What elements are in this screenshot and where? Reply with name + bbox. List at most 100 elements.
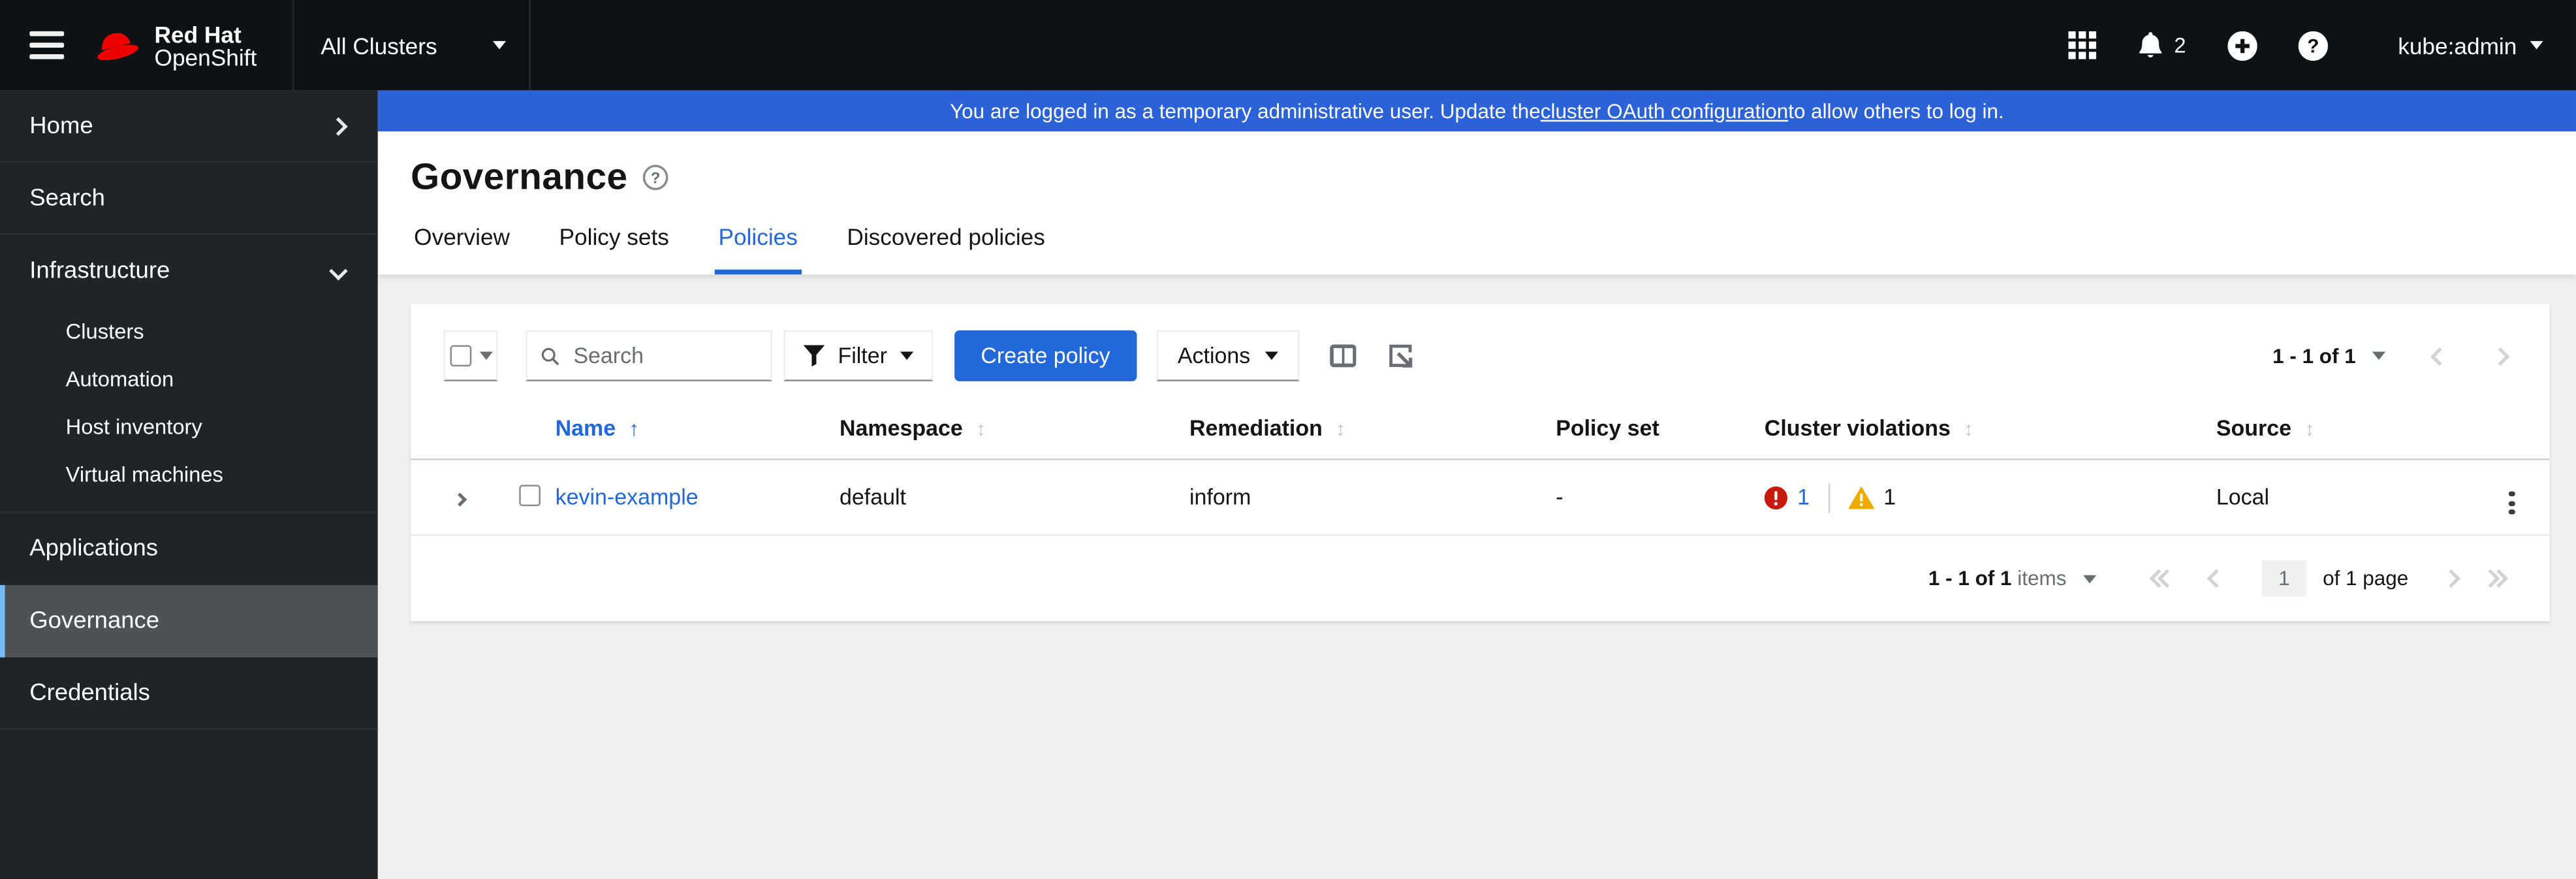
tab-discovered-policies[interactable]: Discovered policies xyxy=(843,223,1048,274)
caret-down-icon xyxy=(1264,351,1279,360)
tab-policies[interactable]: Policies xyxy=(715,223,801,275)
help-button[interactable]: ? xyxy=(2297,30,2327,60)
app-launcher-button[interactable] xyxy=(2069,31,2097,59)
sidebar-item-home[interactable]: Home xyxy=(0,90,378,163)
policy-name-link[interactable]: kevin-example xyxy=(556,485,699,510)
filter-label: Filter xyxy=(838,343,887,368)
tab-policy-sets[interactable]: Policy sets xyxy=(556,223,672,274)
sidebar-group-infrastructure: Infrastructure Clusters Automation Host … xyxy=(0,235,378,513)
sidebar-item-infrastructure[interactable]: Infrastructure xyxy=(0,235,378,308)
violations-divider xyxy=(1827,483,1830,513)
first-page-button[interactable] xyxy=(2149,569,2176,588)
hamburger-icon xyxy=(29,31,63,59)
svg-text:?: ? xyxy=(2306,35,2318,56)
cell-source: Local xyxy=(2209,459,2474,537)
sidebar-item-credentials[interactable]: Credentials xyxy=(0,658,378,730)
bulk-select-checkbox[interactable] xyxy=(449,345,471,367)
plus-circle-icon xyxy=(2227,30,2257,60)
manage-columns-button[interactable] xyxy=(1329,344,1357,368)
create-policy-button[interactable]: Create policy xyxy=(954,330,1137,381)
logo-text-openshift: OpenShift xyxy=(154,43,257,70)
caret-down-icon xyxy=(493,40,507,50)
caret-down-icon xyxy=(479,351,492,360)
sidebar-item-host-inventory[interactable]: Host inventory xyxy=(0,403,378,451)
chevron-right-icon xyxy=(2490,346,2510,366)
chevron-down-icon xyxy=(329,261,348,281)
question-circle-icon: ? xyxy=(2297,30,2327,60)
warning-triangle-icon xyxy=(1847,486,1874,509)
nav-toggle-button[interactable] xyxy=(0,0,92,90)
sort-icon: ↕ xyxy=(975,417,986,441)
column-header-cluster-violations[interactable]: Cluster violations ↕ xyxy=(1757,394,2210,460)
page-of-label: of 1 page xyxy=(2323,567,2409,590)
notifications-count: 2 xyxy=(2174,33,2186,58)
sidebar-item-virtual-machines[interactable]: Virtual machines xyxy=(0,451,378,498)
notifications-button[interactable]: 2 xyxy=(2138,31,2186,59)
kebab-column-header xyxy=(2474,394,2550,460)
export-button[interactable] xyxy=(1387,342,1415,370)
cell-cluster-violations: 1 1 xyxy=(1764,483,2203,513)
policies-table: Name ↑ Namespace ↕ Remediation ↕ Policy set xyxy=(411,394,2550,537)
column-header-namespace[interactable]: Namespace ↕ xyxy=(832,394,1183,460)
row-expand-chevron-icon[interactable] xyxy=(452,492,467,507)
next-page-button[interactable] xyxy=(2442,569,2460,588)
sidebar-item-search[interactable]: Search xyxy=(0,163,378,235)
svg-text:?: ? xyxy=(651,169,661,187)
sort-icon: ↕ xyxy=(2304,417,2315,441)
cluster-selector[interactable]: All Clusters xyxy=(292,0,531,91)
title-help-icon[interactable]: ? xyxy=(642,165,668,191)
table-row: kevin-example default inform - 1 1 Local xyxy=(411,459,2550,537)
cell-namespace: default xyxy=(832,459,1183,537)
policies-table-card: Filter Create policy Actions xyxy=(411,304,2550,622)
search-input[interactable] xyxy=(570,342,758,370)
import-button[interactable] xyxy=(2227,30,2257,60)
row-checkbox[interactable] xyxy=(518,484,540,506)
sidebar-item-applications[interactable]: Applications xyxy=(0,513,378,585)
cell-policy-set: - xyxy=(1549,459,1758,537)
columns-icon xyxy=(1330,344,1357,368)
column-header-remediation[interactable]: Remediation ↕ xyxy=(1182,394,1550,460)
banner-text-after: to allow others to log in. xyxy=(1788,99,2004,123)
prev-page-button[interactable] xyxy=(2207,569,2225,588)
username: kube:admin xyxy=(2398,32,2517,59)
search-icon xyxy=(541,347,559,365)
column-header-source[interactable]: Source ↕ xyxy=(2209,394,2474,460)
prev-page-button[interactable] xyxy=(2430,346,2449,366)
pagination-top-summary[interactable]: 1 - 1 of 1 xyxy=(2272,344,2356,367)
danger-violations-count[interactable]: 1 xyxy=(1797,485,1810,510)
caret-down-icon xyxy=(2082,575,2096,583)
cluster-oauth-configuration-link[interactable]: cluster OAuth configuration xyxy=(1541,99,1788,122)
row-kebab-menu[interactable] xyxy=(2506,488,2518,519)
redhat-openshift-logo: Red Hat OpenShift xyxy=(92,0,293,90)
apps-grid-icon xyxy=(2069,31,2097,59)
sort-ascending-icon: ↑ xyxy=(629,417,640,441)
sidebar-sublist-infrastructure: Clusters Automation Host inventory Virtu… xyxy=(0,308,378,511)
actions-dropdown[interactable]: Actions xyxy=(1156,330,1300,381)
page-number-input[interactable] xyxy=(2261,560,2306,597)
bulk-select-dropdown[interactable] xyxy=(443,330,498,381)
bell-icon xyxy=(2139,32,2163,57)
next-page-button[interactable] xyxy=(2490,346,2510,366)
column-header-name[interactable]: Name ↑ xyxy=(548,394,833,460)
pagination-items-summary[interactable]: 1 - 1 of 1 items xyxy=(1928,567,2067,590)
caret-down-icon xyxy=(900,351,914,360)
sidebar-nav: Home Search Infrastructure Clusters Auto… xyxy=(0,90,378,879)
chevron-left-icon xyxy=(2430,346,2449,366)
user-menu[interactable]: kube:admin xyxy=(2398,32,2543,58)
redhat-hat-icon xyxy=(97,32,139,59)
last-page-button[interactable] xyxy=(2481,569,2508,588)
expander-column-header xyxy=(411,394,510,460)
sidebar-item-automation[interactable]: Automation xyxy=(0,355,378,403)
chevron-left-icon xyxy=(2207,569,2225,588)
warning-violations-count: 1 xyxy=(1883,485,1896,510)
page-title: Governance xyxy=(411,156,628,197)
caret-down-icon xyxy=(2372,351,2386,360)
sidebar-item-clusters[interactable]: Clusters xyxy=(0,308,378,355)
sidebar-item-governance[interactable]: Governance xyxy=(0,584,378,658)
logo-text-redhat: Red Hat xyxy=(154,20,242,47)
filter-dropdown[interactable]: Filter xyxy=(783,330,934,381)
chevron-right-icon xyxy=(329,116,348,135)
governance-tabs: Overview Policy sets Policies Discovered… xyxy=(378,223,2576,275)
tab-overview[interactable]: Overview xyxy=(411,223,513,274)
chevron-double-right-icon xyxy=(2481,569,2508,588)
